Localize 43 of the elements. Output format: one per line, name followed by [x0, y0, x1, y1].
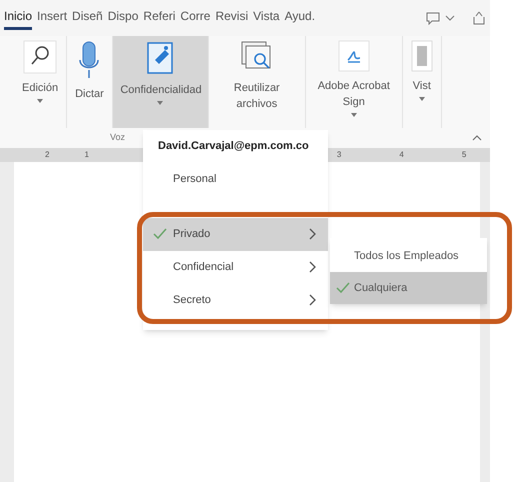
acrobat-sign-icon — [338, 40, 370, 72]
group-label: Voz — [110, 131, 126, 144]
ribbon-button[interactable]: Confidencialidad — [112, 36, 209, 128]
ribbon-tab[interactable]: Revisi — [215, 6, 248, 30]
check-icon — [153, 228, 167, 240]
ribbon-button[interactable]: Edición — [14, 36, 68, 128]
ribbon-tab[interactable]: Corre — [180, 6, 210, 30]
submenu-item[interactable]: Todos los Empleados — [330, 240, 487, 272]
submenu-item-label: Todos los Empleados — [354, 248, 459, 264]
ribbon-tab[interactable]: Referi — [143, 6, 176, 30]
ribbon-tab[interactable]: Dispo — [108, 6, 138, 30]
document-label-icon — [145, 40, 176, 76]
ribbon-button[interactable]: Adobe Acrobat Sign — [306, 36, 403, 128]
comment-icon[interactable] — [426, 11, 440, 25]
menu-item[interactable]: Privado — [143, 218, 328, 250]
ruler-number: 3 — [336, 149, 342, 161]
chevron-down-icon[interactable] — [445, 14, 455, 22]
microphone-icon — [77, 40, 102, 80]
menu-item[interactable]: Confidencial — [143, 250, 328, 284]
page-view-icon — [410, 40, 433, 72]
menu-item-label: Privado — [173, 226, 212, 242]
menu-item[interactable]: Personal — [143, 162, 328, 196]
menu-header: David.Carvajal@epm.com.co — [157, 139, 310, 154]
ruler-number: 1 — [84, 149, 89, 161]
submenu-item-label: Cualquiera — [354, 280, 408, 296]
ribbon-tab[interactable]: Diseñ — [72, 6, 103, 30]
share-icon[interactable] — [472, 11, 486, 25]
ruler-number: 4 — [399, 149, 404, 161]
menu-item-label: Personal — [173, 172, 218, 187]
ribbon-button[interactable]: Vist — [402, 36, 442, 128]
ribbon-tab[interactable]: Insert — [37, 6, 68, 30]
ruler-number: 2 — [45, 149, 50, 161]
collapse-ribbon-icon[interactable] — [472, 135, 482, 141]
ribbon-tab[interactable]: Inicio — [4, 6, 32, 30]
check-icon — [336, 282, 350, 294]
menu-item[interactable]: Secreto — [143, 284, 328, 316]
ruler-number: 5 — [462, 149, 466, 161]
submenu-item[interactable]: Cualquiera — [330, 272, 487, 304]
menu-item-label: Secreto — [173, 292, 212, 308]
search-icon — [23, 40, 58, 74]
ribbon-tab[interactable]: Vista — [253, 6, 280, 30]
ribbon-tab[interactable]: Ayud. — [284, 6, 316, 30]
menu-item-label: Confidencial — [173, 260, 235, 275]
